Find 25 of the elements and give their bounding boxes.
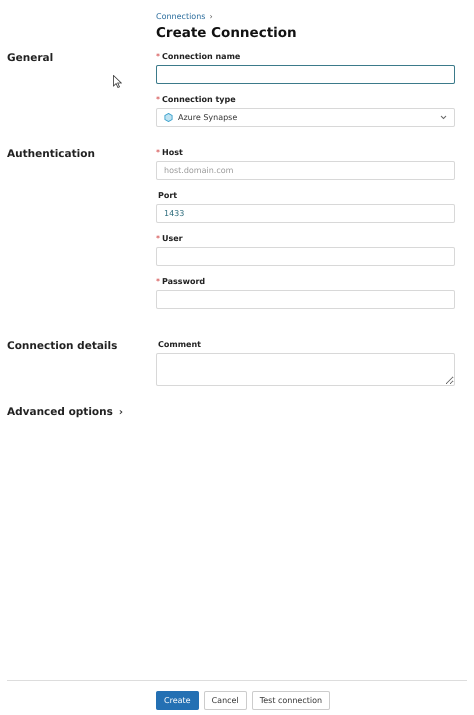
input-field[interactable]	[156, 65, 455, 84]
page-title: Create Connection	[156, 25, 298, 41]
hexagon-icon	[164, 113, 173, 122]
section-title: General	[6, 52, 54, 65]
breadcrumb-link[interactable]: Connections	[156, 12, 206, 20]
field-label: * Password	[156, 277, 206, 288]
section-title: Connection details	[6, 340, 118, 353]
section-title: Authentication	[6, 148, 95, 161]
field-label: * Connection name	[156, 52, 242, 63]
chevron-right-icon: ›	[118, 406, 123, 418]
create-button[interactable]: Create	[156, 691, 199, 710]
action-button[interactable]: Test connection	[252, 691, 330, 710]
comment-field[interactable]	[156, 353, 455, 386]
chevron-down-icon	[440, 115, 447, 120]
breadcrumb-separator: ›	[209, 12, 213, 20]
field-label: * User	[156, 234, 184, 245]
input-field[interactable]: 1433	[156, 204, 455, 223]
field-label: Port	[157, 191, 178, 202]
field-label: * Connection type	[156, 95, 237, 106]
connection-type-dropdown[interactable]: Azure Synapse	[156, 108, 455, 127]
action-button[interactable]: Cancel	[204, 691, 247, 710]
field-label: Comment	[157, 340, 202, 351]
mouse-pointer-icon	[113, 75, 122, 88]
advanced-options-toggle[interactable]: Advanced options	[7, 406, 113, 418]
field-label: * Host	[156, 148, 184, 159]
